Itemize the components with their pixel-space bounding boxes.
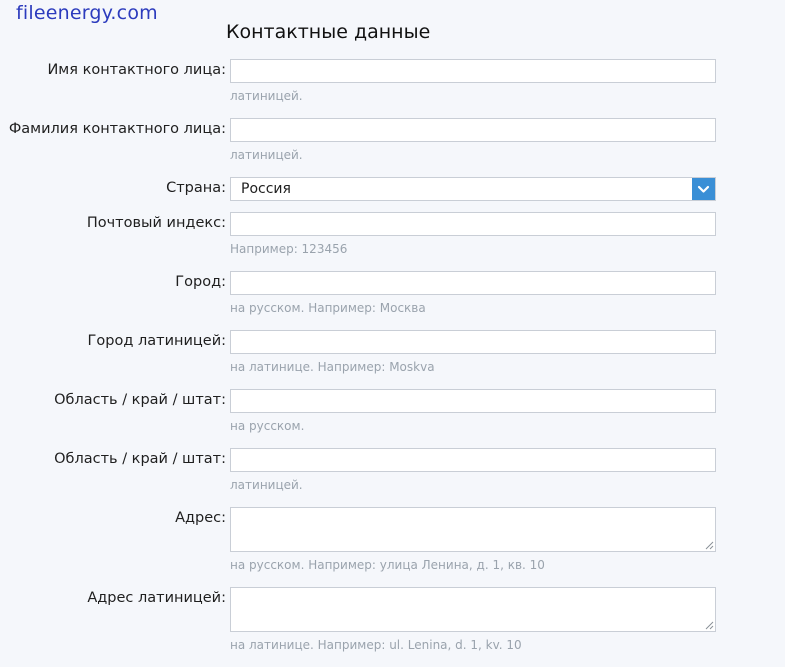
city-latin-label: Город латиницей: [87, 333, 226, 349]
region-input[interactable] [230, 389, 716, 413]
last-name-hint: латиницей. [230, 148, 303, 162]
last-name-label: Фамилия контактного лица: [8, 121, 226, 137]
resize-handle-icon[interactable] [705, 541, 714, 550]
form-title: Контактные данные [226, 21, 431, 43]
region-latin-input[interactable] [230, 448, 716, 472]
postal-code-label: Почтовый индекс: [86, 215, 226, 231]
postal-code-hint: Например: 123456 [230, 242, 348, 256]
first-name-hint: латиницей. [230, 89, 303, 103]
first-name-label: Имя контактного лица: [47, 62, 226, 78]
address-label: Адрес: [175, 510, 226, 526]
region-latin-hint: латиницей. [230, 478, 303, 492]
region-hint: на русском. [230, 419, 305, 433]
city-latin-input[interactable] [230, 330, 716, 354]
site-logo[interactable]: fileenergy.com [16, 2, 158, 24]
city-hint: на русском. Например: Москва [230, 301, 426, 315]
country-select[interactable]: Россия [230, 177, 716, 201]
postal-code-input[interactable] [230, 212, 716, 236]
city-input[interactable] [230, 271, 716, 295]
address-latin-hint: на латинице. Например: ul. Lenina, d. 1,… [230, 638, 522, 652]
address-latin-textarea[interactable] [230, 587, 716, 632]
resize-handle-icon[interactable] [705, 621, 714, 630]
address-latin-label: Адрес латиницей: [87, 590, 226, 606]
country-label: Страна: [166, 180, 226, 196]
last-name-input[interactable] [230, 118, 716, 142]
first-name-input[interactable] [230, 59, 716, 83]
address-textarea[interactable] [230, 507, 716, 552]
region-label: Область / край / штат: [54, 392, 226, 408]
city-label: Город: [175, 274, 226, 290]
city-latin-hint: на латинице. Например: Moskva [230, 360, 435, 374]
country-dropdown-button[interactable] [692, 178, 715, 200]
region-latin-label: Область / край / штат: [54, 451, 226, 467]
country-selected-value: Россия [241, 181, 291, 197]
chevron-down-icon [697, 185, 710, 193]
address-hint: на русском. Например: улица Ленина, д. 1… [230, 558, 545, 572]
